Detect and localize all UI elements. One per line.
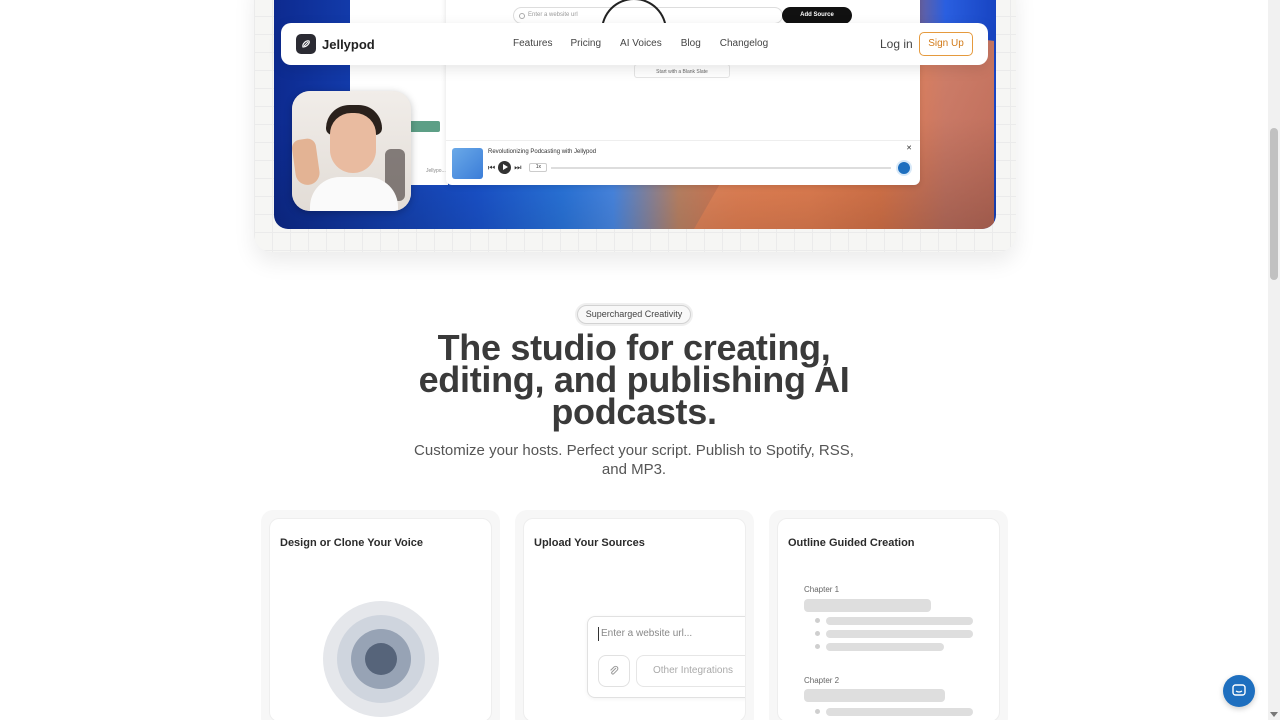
nav-link-features[interactable]: Features (513, 38, 552, 49)
chapter-label: Chapter 2 (804, 676, 840, 685)
page-subheadline: Customize your hosts. Perfect your scrip… (414, 442, 854, 478)
nav-link-changelog[interactable]: Changelog (720, 38, 768, 49)
top-navbar: Jellypod Features Pricing AI Voices Blog… (281, 23, 988, 65)
player-controls: ⏮ ⏭ 1x (488, 161, 548, 174)
nav-link-blog[interactable]: Blog (681, 38, 701, 49)
feature-card-voice: Design or Clone Your Voice (261, 510, 500, 720)
attach-button[interactable] (598, 655, 630, 687)
section-badge: Supercharged Creativity (577, 305, 691, 324)
rewind-icon: ⏮ (488, 162, 496, 172)
brand-name: Jellypod (322, 36, 375, 52)
speed-selector: 1x (529, 163, 548, 172)
outline-skeleton (804, 599, 931, 612)
feature-card-outline: Outline Guided Creation Chapter 1 Chapte… (769, 510, 1008, 720)
source-upload-box: Enter a website url... Other Integration… (587, 616, 745, 698)
jellypod-logo-icon (296, 34, 316, 54)
demo-chat-icon (896, 160, 912, 176)
podcast-cover-thumbnail (452, 148, 483, 179)
scrollbar-thumb[interactable] (1270, 128, 1278, 280)
demo-add-source-button: Add Source (782, 7, 852, 24)
website-url-input[interactable]: Enter a website url... (598, 627, 692, 641)
chat-launcher-button[interactable] (1223, 675, 1255, 707)
brand[interactable]: Jellypod (296, 34, 375, 54)
other-integrations-button[interactable]: Other Integrations (636, 655, 745, 687)
nav-link-pricing[interactable]: Pricing (570, 38, 601, 49)
fast-forward-icon: ⏭ (514, 162, 522, 172)
card-title: Design or Clone Your Voice (280, 537, 424, 549)
page-headline: The studio for creating, editing, and pu… (418, 327, 850, 432)
card-title: Upload Your Sources (534, 537, 645, 549)
webcam-overlay (292, 91, 411, 211)
nav-link-ai-voices[interactable]: AI Voices (620, 38, 662, 49)
close-icon: ✕ (906, 145, 912, 152)
card-title: Outline Guided Creation (788, 537, 915, 549)
feature-card-sources: Upload Your Sources Enter a website url.… (515, 510, 754, 720)
paperclip-icon (610, 665, 619, 675)
presenter-face (330, 113, 376, 173)
demo-blank-state-button: Start with a Blank Slate (634, 64, 730, 78)
chapter-label: Chapter 1 (804, 585, 840, 594)
scroll-down-arrow-icon[interactable] (1270, 712, 1278, 717)
demo-audio-player: Revolutionizing Podcasting with Jellypod… (446, 140, 920, 185)
page-scrollbar[interactable] (1268, 0, 1280, 720)
play-icon (498, 161, 512, 174)
player-progress-track (551, 167, 891, 169)
demo-left-snippet: Jellypo... (426, 168, 446, 174)
login-link[interactable]: Log in (880, 37, 913, 51)
signup-button[interactable]: Sign Up (919, 32, 973, 56)
nav-links: Features Pricing AI Voices Blog Changelo… (513, 38, 768, 49)
player-title: Revolutionizing Podcasting with Jellypod (488, 149, 597, 155)
chat-bubble-icon (1232, 684, 1246, 696)
